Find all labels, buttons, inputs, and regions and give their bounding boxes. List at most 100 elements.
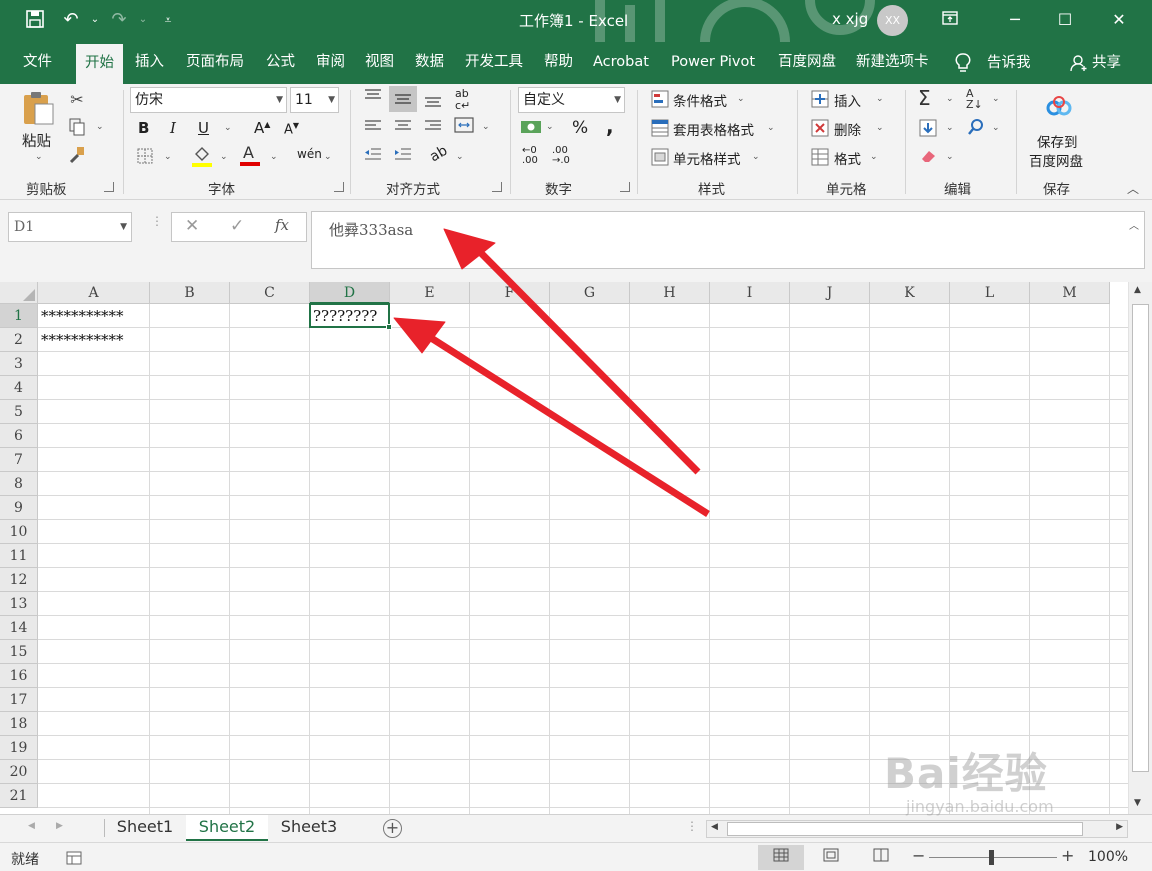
row-header-19[interactable]: 19	[0, 736, 38, 760]
format-table-button[interactable]: 套用表格格式	[673, 119, 754, 139]
redo-dropdown-icon[interactable]: ⌄	[132, 9, 154, 31]
fill-dropdown-icon[interactable]: ⌄	[946, 123, 954, 133]
insert-cells-icon[interactable]	[810, 90, 830, 112]
row-header-5[interactable]: 5	[0, 400, 38, 424]
baidu-pan-icon[interactable]	[1044, 94, 1074, 120]
tab-home[interactable]: 开始	[76, 44, 123, 84]
autosum-icon[interactable]: Σ	[918, 86, 931, 110]
row-header-16[interactable]: 16	[0, 664, 38, 688]
underline-icon[interactable]: U	[198, 119, 209, 137]
cancel-entry-icon[interactable]: ✕	[185, 216, 199, 236]
merge-dropdown-icon[interactable]: ⌄	[482, 122, 490, 132]
tab-new-tab[interactable]: 新建选项卡	[847, 42, 938, 84]
paste-dropdown-icon[interactable]: ⌄	[35, 152, 43, 162]
page-break-view-icon[interactable]	[858, 845, 904, 870]
column-header-g[interactable]: G	[550, 282, 630, 304]
copy-icon[interactable]	[67, 118, 87, 140]
tab-data[interactable]: 数据	[406, 42, 453, 84]
column-header-k[interactable]: K	[870, 282, 950, 304]
tab-split-icon[interactable]: ⋮	[686, 819, 698, 833]
borders-dropdown-icon[interactable]: ⌄	[164, 152, 172, 162]
expand-formula-icon[interactable]: ︿	[1129, 217, 1139, 232]
zoom-slider-thumb[interactable]	[989, 850, 994, 865]
sheet-tab-2[interactable]: Sheet2	[186, 815, 268, 841]
save-icon[interactable]	[24, 9, 46, 31]
tab-power-pivot[interactable]: Power Pivot	[662, 42, 764, 84]
delete-cells-button[interactable]: 删除	[834, 119, 861, 139]
vertical-scroll-thumb[interactable]	[1132, 304, 1149, 772]
tab-page-layout[interactable]: 页面布局	[177, 42, 253, 84]
bold-icon[interactable]: B	[138, 119, 149, 137]
copy-dropdown-icon[interactable]: ⌄	[96, 122, 104, 132]
accounting-format-icon[interactable]	[520, 118, 542, 140]
tell-me-search[interactable]: 告诉我	[987, 42, 1031, 84]
row-header-15[interactable]: 15	[0, 640, 38, 664]
wrap-text-icon[interactable]: ab c↵	[455, 88, 470, 112]
name-box[interactable]: D1 ▼	[8, 212, 132, 242]
row-header-21[interactable]: 21	[0, 784, 38, 808]
redo-icon[interactable]: ↷	[108, 9, 130, 31]
zoom-out-button[interactable]: −	[912, 846, 925, 865]
share-icon[interactable]	[1070, 42, 1088, 84]
row-header-3[interactable]: 3	[0, 352, 38, 376]
find-dropdown-icon[interactable]: ⌄	[992, 123, 1000, 133]
vertical-scrollbar[interactable]: ▲ ▼	[1128, 282, 1152, 814]
row-header-9[interactable]: 9	[0, 496, 38, 520]
align-bottom-icon[interactable]	[422, 92, 444, 112]
formula-input[interactable]: 他彛333asa ︿	[311, 211, 1145, 269]
prev-sheet-icon[interactable]: ◀	[28, 821, 35, 831]
row-header-4[interactable]: 4	[0, 376, 38, 400]
insert-cells-button[interactable]: 插入	[834, 90, 861, 110]
user-name[interactable]: x xjg	[832, 10, 868, 28]
next-sheet-icon[interactable]: ▶	[56, 821, 63, 831]
minimize-button[interactable]: ─	[992, 0, 1038, 42]
select-all-corner[interactable]	[0, 282, 38, 304]
format-painter-icon[interactable]	[67, 146, 87, 168]
decrease-indent-icon[interactable]	[362, 146, 384, 166]
scroll-right-icon[interactable]: ▶	[1116, 822, 1123, 832]
row-header-10[interactable]: 10	[0, 520, 38, 544]
orientation-dropdown-icon[interactable]: ⌄	[456, 152, 464, 162]
percent-style-button[interactable]: %	[572, 118, 588, 138]
column-header-i[interactable]: I	[710, 282, 790, 304]
alignment-launcher-icon[interactable]	[492, 182, 502, 192]
row-header-13[interactable]: 13	[0, 592, 38, 616]
fill-handle[interactable]	[386, 324, 392, 330]
phonetic-icon[interactable]: wén	[297, 147, 322, 161]
align-left-icon[interactable]	[362, 118, 384, 138]
ribbon-display-icon[interactable]	[927, 0, 973, 42]
align-middle-icon[interactable]	[389, 86, 417, 112]
column-header-d[interactable]: D	[310, 282, 390, 304]
font-color-dropdown-icon[interactable]: ⌄	[270, 152, 278, 162]
row-header-12[interactable]: 12	[0, 568, 38, 592]
comma-style-button[interactable]: ,	[606, 114, 614, 138]
font-name-combo[interactable]: 仿宋 ▼	[130, 87, 287, 113]
worksheet-grid[interactable]: ▲ ▼ A B C D E F G H I J K L M 1 2 3 4 5 6 7 8 9 10 11 12 13 14 15 16…	[0, 282, 1152, 814]
decrease-font-icon[interactable]: A▼	[284, 121, 299, 137]
splitter-icon[interactable]: ⋮	[151, 215, 163, 227]
sheet-tab-1[interactable]: Sheet1	[105, 815, 185, 841]
tab-formulas[interactable]: 公式	[257, 42, 304, 84]
orientation-icon[interactable]: ab	[427, 143, 450, 166]
borders-icon[interactable]	[136, 148, 154, 168]
row-header-6[interactable]: 6	[0, 424, 38, 448]
tab-file[interactable]: 文件	[14, 42, 61, 84]
save-to-baidu-line2[interactable]: 百度网盘	[1029, 150, 1083, 170]
column-header-h[interactable]: H	[630, 282, 710, 304]
chevron-down-icon[interactable]: ⌄	[870, 152, 878, 162]
row-header-11[interactable]: 11	[0, 544, 38, 568]
horizontal-scrollbar[interactable]: ◀ ▶	[706, 820, 1128, 838]
cell-styles-button[interactable]: 单元格样式	[673, 148, 741, 168]
clear-dropdown-icon[interactable]: ⌄	[946, 152, 954, 162]
tab-acrobat[interactable]: Acrobat	[584, 42, 658, 84]
accounting-dropdown-icon[interactable]: ⌄	[546, 122, 554, 132]
column-header-a[interactable]: A	[38, 282, 150, 304]
normal-view-icon[interactable]	[758, 845, 804, 870]
avatar[interactable]: XX	[877, 5, 908, 36]
column-header-j[interactable]: J	[790, 282, 870, 304]
clipboard-launcher-icon[interactable]	[104, 182, 114, 192]
phonetic-dropdown-icon[interactable]: ⌄	[324, 152, 332, 162]
zoom-in-button[interactable]: +	[1061, 846, 1074, 865]
chevron-down-icon[interactable]: ⌄	[876, 123, 884, 133]
new-sheet-icon[interactable]: +	[383, 819, 402, 838]
